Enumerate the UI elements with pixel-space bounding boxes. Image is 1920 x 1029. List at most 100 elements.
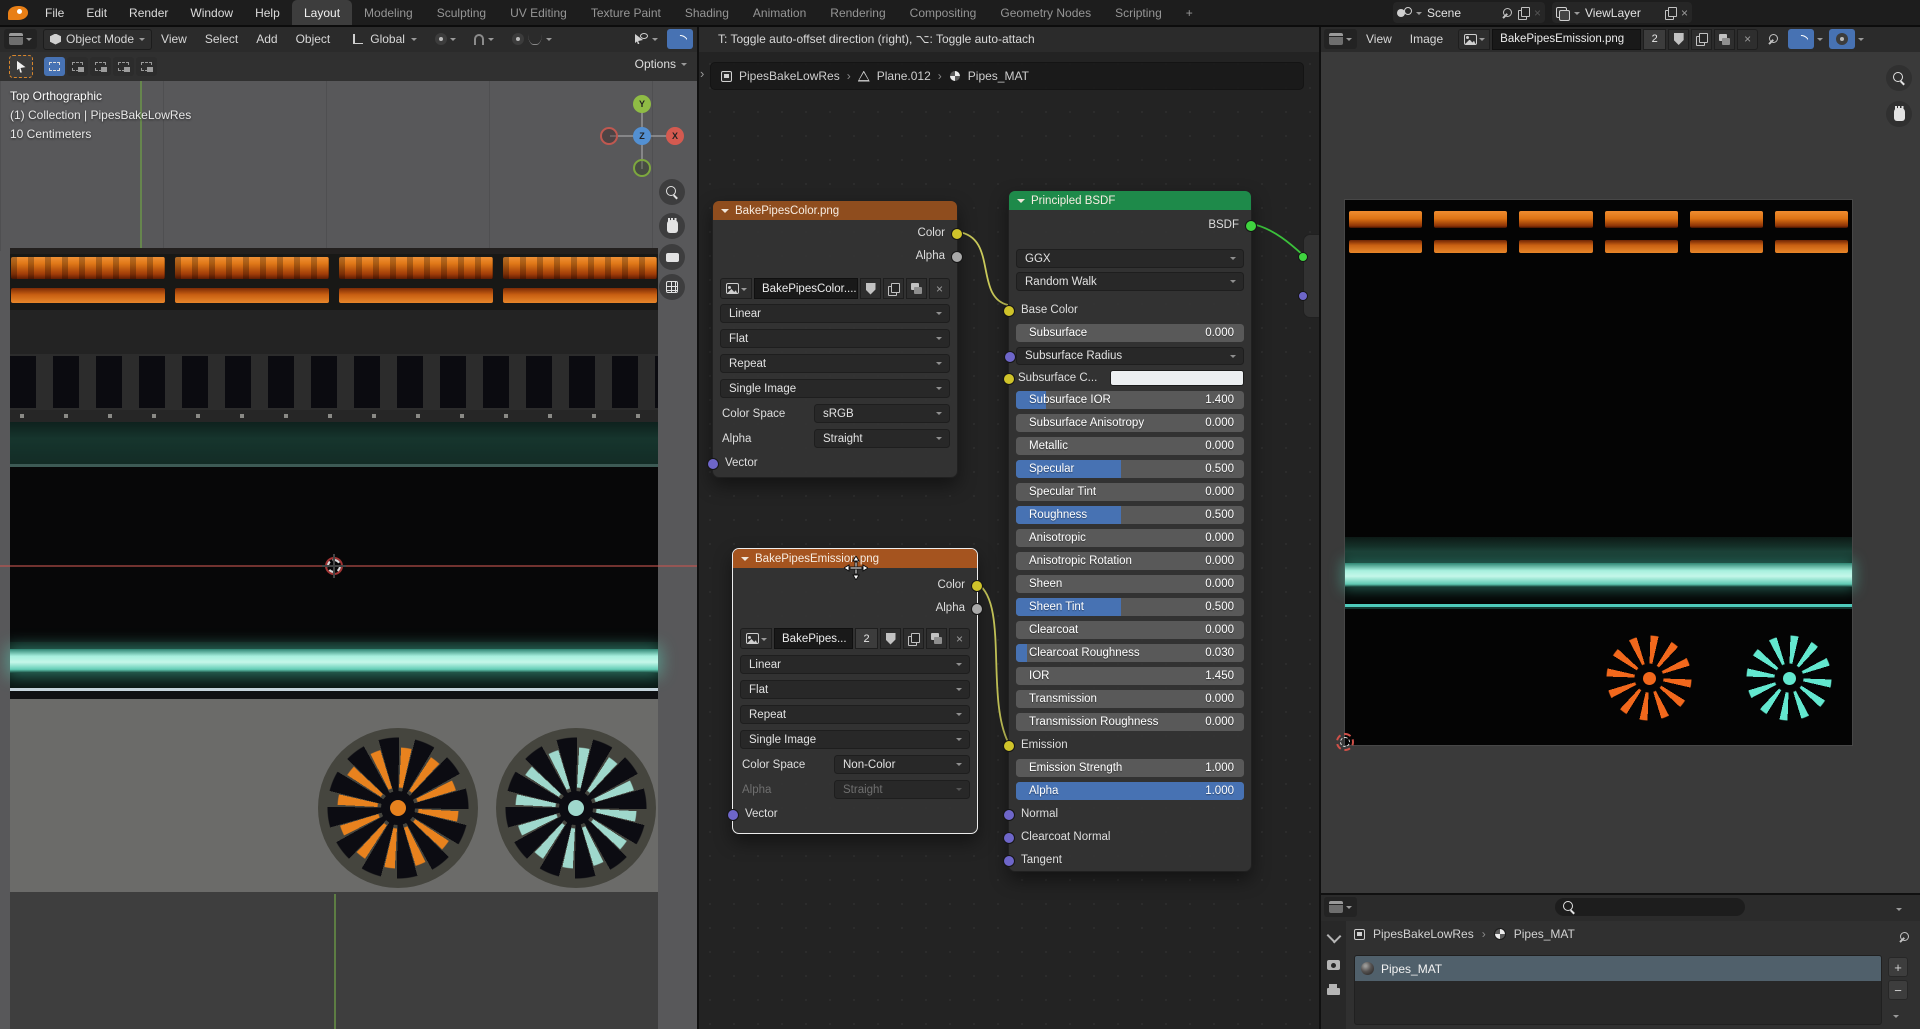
tab-rendering[interactable]: Rendering <box>818 0 897 25</box>
source-dropdown[interactable]: Single Image <box>740 730 970 749</box>
input-subsurface-color[interactable]: Subsurface C... <box>1016 370 1244 386</box>
input-tangent[interactable]: Tangent <box>1016 851 1244 869</box>
param-ior[interactable]: IOR1.450 <box>1016 667 1244 685</box>
mode-selector[interactable]: Object Mode <box>43 29 152 50</box>
select-mode-set[interactable] <box>44 57 65 76</box>
overlays-toggle[interactable] <box>667 29 693 49</box>
image-name-field[interactable]: BakePipesEmission.png <box>1492 29 1641 50</box>
menu-object[interactable]: Object <box>287 26 340 52</box>
menu-add[interactable]: Add <box>247 26 286 52</box>
tab-output-icon[interactable] <box>1327 984 1340 995</box>
remove-view-layer-icon[interactable]: × <box>1681 7 1688 19</box>
breadcrumb-material[interactable]: Pipes_MAT <box>1514 927 1575 941</box>
fake-user-button[interactable] <box>860 278 881 299</box>
breadcrumb-material[interactable]: Pipes_MAT <box>968 69 1029 83</box>
param-subsurface-anisotropy[interactable]: Subsurface Anisotropy0.000 <box>1016 414 1244 432</box>
image-name-field[interactable]: BakePipes... <box>774 628 853 649</box>
menu-view[interactable]: View <box>1357 26 1401 52</box>
unlink-image-button[interactable]: × <box>929 278 950 299</box>
menu-render[interactable]: Render <box>118 0 179 25</box>
node-header[interactable]: Principled BSDF <box>1009 191 1251 210</box>
pack-image-button[interactable] <box>1714 29 1735 50</box>
snapping-controls[interactable] <box>465 26 503 52</box>
param-sheen[interactable]: Sheen0.000 <box>1016 575 1244 593</box>
param-transmission[interactable]: Transmission0.000 <box>1016 690 1244 708</box>
add-workspace-button[interactable]: + <box>1174 0 1205 25</box>
tab-uv-editing[interactable]: UV Editing <box>498 0 579 25</box>
filter-dropdown-icon[interactable] <box>1896 908 1902 914</box>
param-alpha[interactable]: Alpha1.000 <box>1016 782 1244 800</box>
param-roughness[interactable]: Roughness0.500 <box>1016 506 1244 524</box>
region-toggle-chevron[interactable]: › <box>700 66 704 81</box>
proportional-editing[interactable] <box>503 26 561 52</box>
input-displacement-socket[interactable] <box>1298 291 1308 301</box>
sss-method-dropdown[interactable]: Random Walk <box>1016 272 1244 291</box>
axis-y-minus[interactable] <box>633 159 651 177</box>
region-divider[interactable] <box>1319 26 1321 1029</box>
subsurface-color-swatch[interactable] <box>1110 370 1244 386</box>
param-sheen-tint[interactable]: Sheen Tint0.500 <box>1016 598 1244 616</box>
image-pivot-button[interactable] <box>1788 29 1814 49</box>
editor-type-properties[interactable] <box>1324 897 1357 917</box>
scene-selector[interactable]: Scene × <box>1393 2 1545 23</box>
menu-edit[interactable]: Edit <box>75 0 118 25</box>
breadcrumb-object[interactable]: PipesBakeLowRes <box>739 69 840 83</box>
slot-specials-icon[interactable] <box>1893 1015 1899 1021</box>
menu-window[interactable]: Window <box>179 0 244 25</box>
menu-help[interactable]: Help <box>244 0 291 25</box>
pack-image-button[interactable] <box>906 278 927 299</box>
node-principled-bsdf[interactable]: Principled BSDF BSDF GGX Random Walk Bas… <box>1008 190 1252 872</box>
view-layer-selector[interactable]: ViewLayer × <box>1552 2 1692 23</box>
distribution-dropdown[interactable]: GGX <box>1016 249 1244 268</box>
input-clearcoat-normal[interactable]: Clearcoat Normal <box>1016 828 1244 846</box>
collapse-icon[interactable] <box>721 209 729 217</box>
viewport-3d[interactable]: Top Orthographic (1) Collection | PipesB… <box>0 81 697 1029</box>
transform-orientation[interactable]: Global <box>343 26 426 52</box>
perspective-toggle-button[interactable] <box>659 274 685 300</box>
select-mode-intersect[interactable] <box>136 57 157 76</box>
new-view-layer-icon[interactable] <box>1665 7 1676 19</box>
interpolation-dropdown[interactable]: Linear <box>720 304 950 323</box>
input-normal[interactable]: Normal <box>1016 805 1244 823</box>
param-specular[interactable]: Specular0.500 <box>1016 460 1244 478</box>
properties-editor[interactable]: PipesBakeLowRes › Pipes_MAT Pipes_MAT + … <box>1320 893 1920 1029</box>
source-dropdown[interactable]: Single Image <box>720 379 950 398</box>
browse-image-button[interactable] <box>1458 29 1490 50</box>
input-surface-socket[interactable] <box>1298 252 1308 262</box>
input-subsurface-radius[interactable]: Subsurface Radius <box>1016 347 1244 365</box>
tab-render-icon[interactable] <box>1327 960 1340 970</box>
remove-slot-button[interactable]: − <box>1888 980 1908 1000</box>
input-vector[interactable]: Vector <box>720 454 950 472</box>
menu-image[interactable]: Image <box>1401 26 1452 52</box>
tab-layout[interactable]: Layout <box>292 0 352 25</box>
tab-geometry-nodes[interactable]: Geometry Nodes <box>988 0 1103 25</box>
region-divider[interactable] <box>1320 893 1920 895</box>
image-editor[interactable] <box>1320 52 1920 893</box>
param-emission-strength[interactable]: Emission Strength1.000 <box>1016 759 1244 777</box>
select-mode-invert[interactable] <box>113 57 134 76</box>
search-field[interactable] <box>1555 898 1745 916</box>
param-subsurface[interactable]: Subsurface0.000 <box>1016 324 1244 342</box>
active-tool-select-box[interactable] <box>9 55 33 78</box>
select-mode-extend[interactable] <box>67 57 88 76</box>
breadcrumb-object[interactable]: PipesBakeLowRes <box>1373 927 1474 941</box>
param-transmission-roughness[interactable]: Transmission Roughness0.000 <box>1016 713 1244 731</box>
pan-button[interactable] <box>659 213 685 239</box>
param-specular-tint[interactable]: Specular Tint0.000 <box>1016 483 1244 501</box>
pivot-point-selector[interactable] <box>426 26 465 52</box>
new-scene-icon[interactable] <box>1518 7 1529 19</box>
node-bake-pipes-emission[interactable]: BakePipesEmission.png Color Alpha BakePi… <box>732 548 978 834</box>
pin-icon[interactable] <box>1501 7 1513 19</box>
output-color[interactable]: Color <box>720 223 950 243</box>
tool-options-dropdown[interactable]: Options <box>635 57 687 71</box>
collapse-icon[interactable] <box>1017 199 1025 207</box>
alpha-mode-dropdown[interactable]: Straight <box>814 429 950 448</box>
extension-dropdown[interactable]: Repeat <box>720 354 950 373</box>
output-bsdf[interactable]: BSDF <box>1016 215 1244 235</box>
editor-type-viewport[interactable] <box>4 29 37 49</box>
interpolation-dropdown[interactable]: Linear <box>740 655 970 674</box>
chevron-down-icon[interactable] <box>1817 38 1823 44</box>
collapse-icon[interactable] <box>741 557 749 565</box>
input-emission[interactable]: Emission <box>1016 736 1244 754</box>
camera-view-button[interactable] <box>659 244 685 270</box>
